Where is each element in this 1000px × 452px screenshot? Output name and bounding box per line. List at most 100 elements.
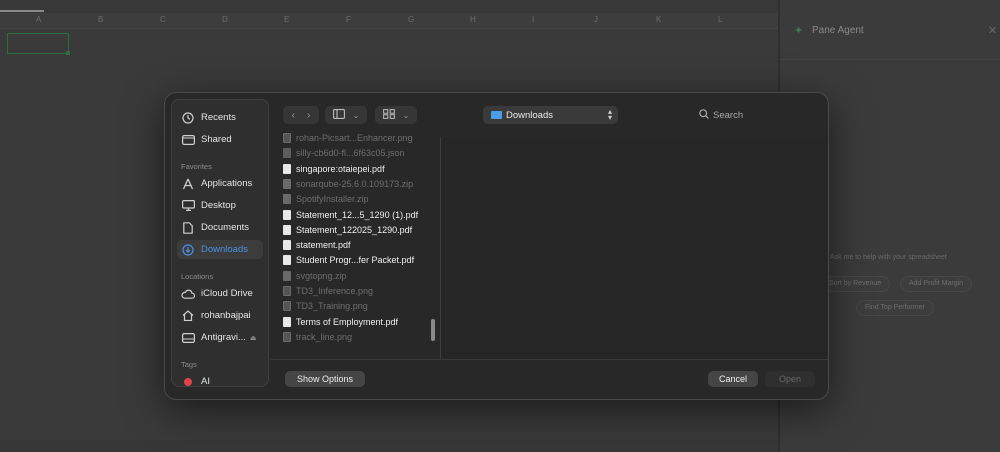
column-letter[interactable]: E [284, 15, 289, 24]
column-letter[interactable]: G [408, 15, 414, 24]
archive-file-icon [283, 194, 291, 205]
archive-file-icon [283, 270, 291, 281]
sidebar-item-label: Desktop [201, 200, 236, 211]
column-letter[interactable]: F [346, 15, 351, 24]
sidebar-item-label: Applications [201, 178, 253, 189]
applications-icon [181, 177, 195, 191]
sidebar-item-applications[interactable]: Applications [177, 174, 263, 193]
sidebar-item-documents[interactable]: Documents [177, 218, 263, 237]
column-letter[interactable]: A [36, 15, 41, 24]
open-button[interactable]: Open [765, 371, 815, 387]
footer-divider [271, 359, 828, 360]
search-field[interactable]: Search [699, 107, 819, 123]
sidebar-item-label: Documents [201, 222, 250, 233]
file-name: rohan-Picsart...Enhancer.png [296, 133, 413, 143]
view-mode-button[interactable]: ⌄ [325, 106, 367, 124]
column-letter[interactable]: H [470, 15, 476, 24]
column-letter[interactable]: B [98, 15, 103, 24]
sidebar-item-recents[interactable]: Recents [177, 108, 263, 127]
sidebar-item-desktop[interactable]: Desktop [177, 196, 263, 215]
sidebar-item-label: iCloud Drive [201, 288, 253, 299]
back-button[interactable]: ‹ [292, 110, 295, 121]
column-view-icon [332, 108, 345, 122]
sheet-footer [0, 440, 778, 452]
file-name: Student Progr...fer Packet.pdf [296, 255, 415, 266]
sidebar-item-label: Recents [201, 112, 236, 123]
up-down-arrows-icon: ▴ ▾ [607, 107, 612, 122]
column-letter[interactable]: L [718, 15, 722, 24]
column-letter[interactable]: D [222, 15, 228, 24]
search-icon [699, 109, 709, 121]
image-file-icon [283, 301, 291, 312]
suggestion-chip[interactable]: Sort by Revenue [820, 276, 891, 292]
sidebar-item-label: Shared [201, 134, 232, 145]
eject-icon[interactable]: ⏏ [250, 334, 257, 342]
sidebar-section-locations: Locations [181, 272, 214, 281]
cancel-button[interactable]: Cancel [708, 371, 758, 387]
file-name: TD3_Inference.png [296, 286, 374, 296]
forward-button[interactable]: › [307, 110, 310, 121]
file-row[interactable]: sonarqube-25.6.0.109173.zip [283, 177, 413, 191]
file-row[interactable]: Student Progr...fer Packet.pdf [283, 253, 414, 267]
file-name: silly-cb6d0-fl...6f63c05.json [296, 148, 405, 159]
file-name: TD3_Training.png [296, 301, 368, 312]
image-file-icon [283, 133, 291, 143]
file-row[interactable]: statement.pdf [283, 238, 351, 252]
sidebar-item-antigravity[interactable]: Antigravi... ⏏ [177, 328, 263, 347]
document-file-icon [283, 240, 291, 251]
sidebar-item-icloud-drive[interactable]: iCloud Drive [177, 284, 263, 303]
file-name: svgtopng.zip [296, 270, 347, 281]
file-row[interactable]: TD3_Training.png [283, 299, 368, 313]
file-row[interactable]: track_line.png [283, 330, 352, 344]
file-list-scrollbar[interactable] [431, 319, 435, 341]
document-icon [181, 221, 195, 235]
file-row[interactable]: SpotifyInstaller.zip [283, 192, 369, 206]
tag-color-icon [181, 375, 195, 389]
file-name: Statement_122025_1290.pdf [296, 224, 413, 235]
sidebar-item-label: Antigravi... [201, 332, 246, 343]
open-file-dialog: Recents Shared Favorites Applications De… [164, 92, 829, 400]
suggestion-chip[interactable]: Find Top Performer [856, 300, 934, 316]
file-row[interactable]: rohan-Picsart...Enhancer.png [283, 131, 413, 145]
archive-file-icon [283, 178, 291, 189]
selected-cell[interactable] [7, 33, 69, 54]
image-file-icon [283, 331, 291, 342]
column-letter[interactable]: I [532, 15, 534, 24]
close-icon[interactable]: ✕ [988, 24, 997, 37]
file-row[interactable]: Statement_12...5_1290 (1).pdf [283, 208, 418, 222]
column-letter[interactable]: K [656, 15, 661, 24]
search-placeholder: Search [713, 109, 744, 121]
cloud-icon [181, 287, 195, 301]
file-row[interactable]: Statement_122025_1290.pdf [283, 223, 412, 237]
file-name: statement.pdf [296, 240, 351, 251]
fill-handle[interactable] [66, 51, 70, 55]
document-file-icon [283, 209, 291, 220]
home-icon [181, 309, 195, 323]
suggestion-chip[interactable]: Add Profit Margin [900, 276, 973, 292]
sidebar-item-tag-ai[interactable]: AI [177, 372, 263, 391]
agent-pane-title: Pane Agent [812, 25, 864, 36]
sidebar-item-home[interactable]: rohanbajpai [177, 306, 263, 325]
document-file-icon [283, 163, 291, 174]
group-button[interactable]: ⌄ [375, 106, 417, 124]
sidebar-item-downloads[interactable]: Downloads [177, 240, 263, 259]
file-row[interactable]: Terms of Employment.pdf [283, 315, 398, 329]
column-letter[interactable]: J [594, 15, 598, 24]
sidebar-item-label: Downloads [201, 244, 248, 255]
file-row[interactable]: TD3_Inference.png [283, 284, 373, 298]
column-letter[interactable]: C [160, 15, 166, 24]
sidebar-item-shared[interactable]: Shared [177, 130, 263, 149]
document-file-icon [283, 316, 291, 327]
chevron-down-icon: ⌄ [402, 110, 410, 120]
file-row[interactable]: svgtopng.zip [283, 269, 347, 283]
file-row[interactable]: singapore:otaiepei.pdf [283, 162, 385, 176]
sparkle-icon: ✦ [794, 25, 804, 37]
file-row[interactable]: silly-cb6d0-fl...6f63c05.json [283, 146, 405, 160]
document-file-icon [283, 255, 291, 266]
location-popup-label: Downloads [506, 109, 553, 121]
chevron-down-icon: ⌄ [352, 110, 360, 120]
location-popup[interactable]: Downloads ▴ ▾ [483, 106, 618, 124]
preview-column [441, 137, 828, 359]
show-options-button[interactable]: Show Options [285, 371, 365, 387]
file-list: rohan-Picsart...Enhancer.png silly-cb6d0-… [271, 133, 441, 359]
